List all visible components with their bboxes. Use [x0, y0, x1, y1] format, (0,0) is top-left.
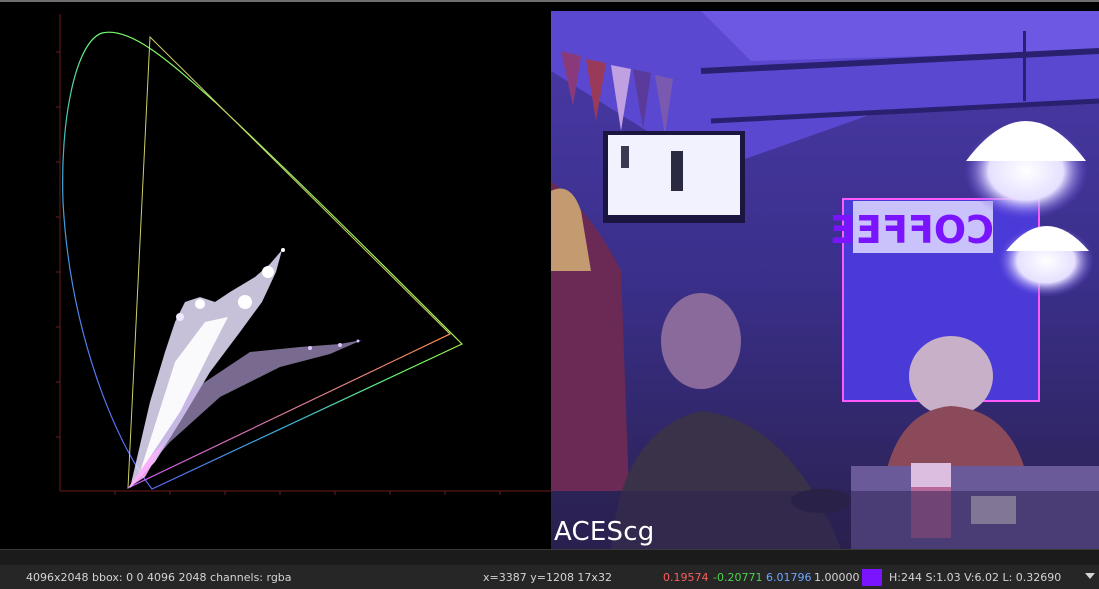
viewer-scrollbar-track[interactable] — [0, 549, 1099, 566]
chevron-down-icon[interactable] — [1085, 573, 1095, 579]
viewer-window: COFFEE ACEScg 4096x2048 bbox: 0 0 4096 2… — [0, 0, 1099, 589]
image-viewport[interactable]: COFFEE ACEScg — [551, 11, 1099, 549]
pixel-hsv-value: H:244 S:1.03 V:6.02 L: 0.32690 — [889, 571, 1062, 584]
pixel-green-value: -0.20771 — [713, 571, 763, 584]
colorspace-caption: ACEScg — [554, 517, 655, 547]
cie-scope-panel[interactable] — [0, 2, 551, 549]
pixel-info-bar: 4096x2048 bbox: 0 0 4096 2048 channels: … — [0, 565, 1099, 589]
pixel-red-value: 0.19574 — [663, 571, 709, 584]
pixel-blue-value: 6.01796 — [766, 571, 812, 584]
axis-ticks — [56, 51, 501, 495]
pixel-alpha-value: 1.00000 — [814, 571, 860, 584]
spectral-locus — [62, 31, 464, 490]
image-info-text: 4096x2048 bbox: 0 0 4096 2048 channels: … — [26, 571, 292, 584]
chromaticity-scatter — [128, 248, 362, 488]
svg-text:COFFEE: COFFEE — [830, 208, 994, 252]
pixel-color-swatch — [862, 569, 882, 586]
image-render: COFFEE — [551, 11, 1099, 549]
cursor-coords: x=3387 y=1208 17x32 — [483, 571, 612, 584]
cie-diagram — [56, 14, 551, 495]
